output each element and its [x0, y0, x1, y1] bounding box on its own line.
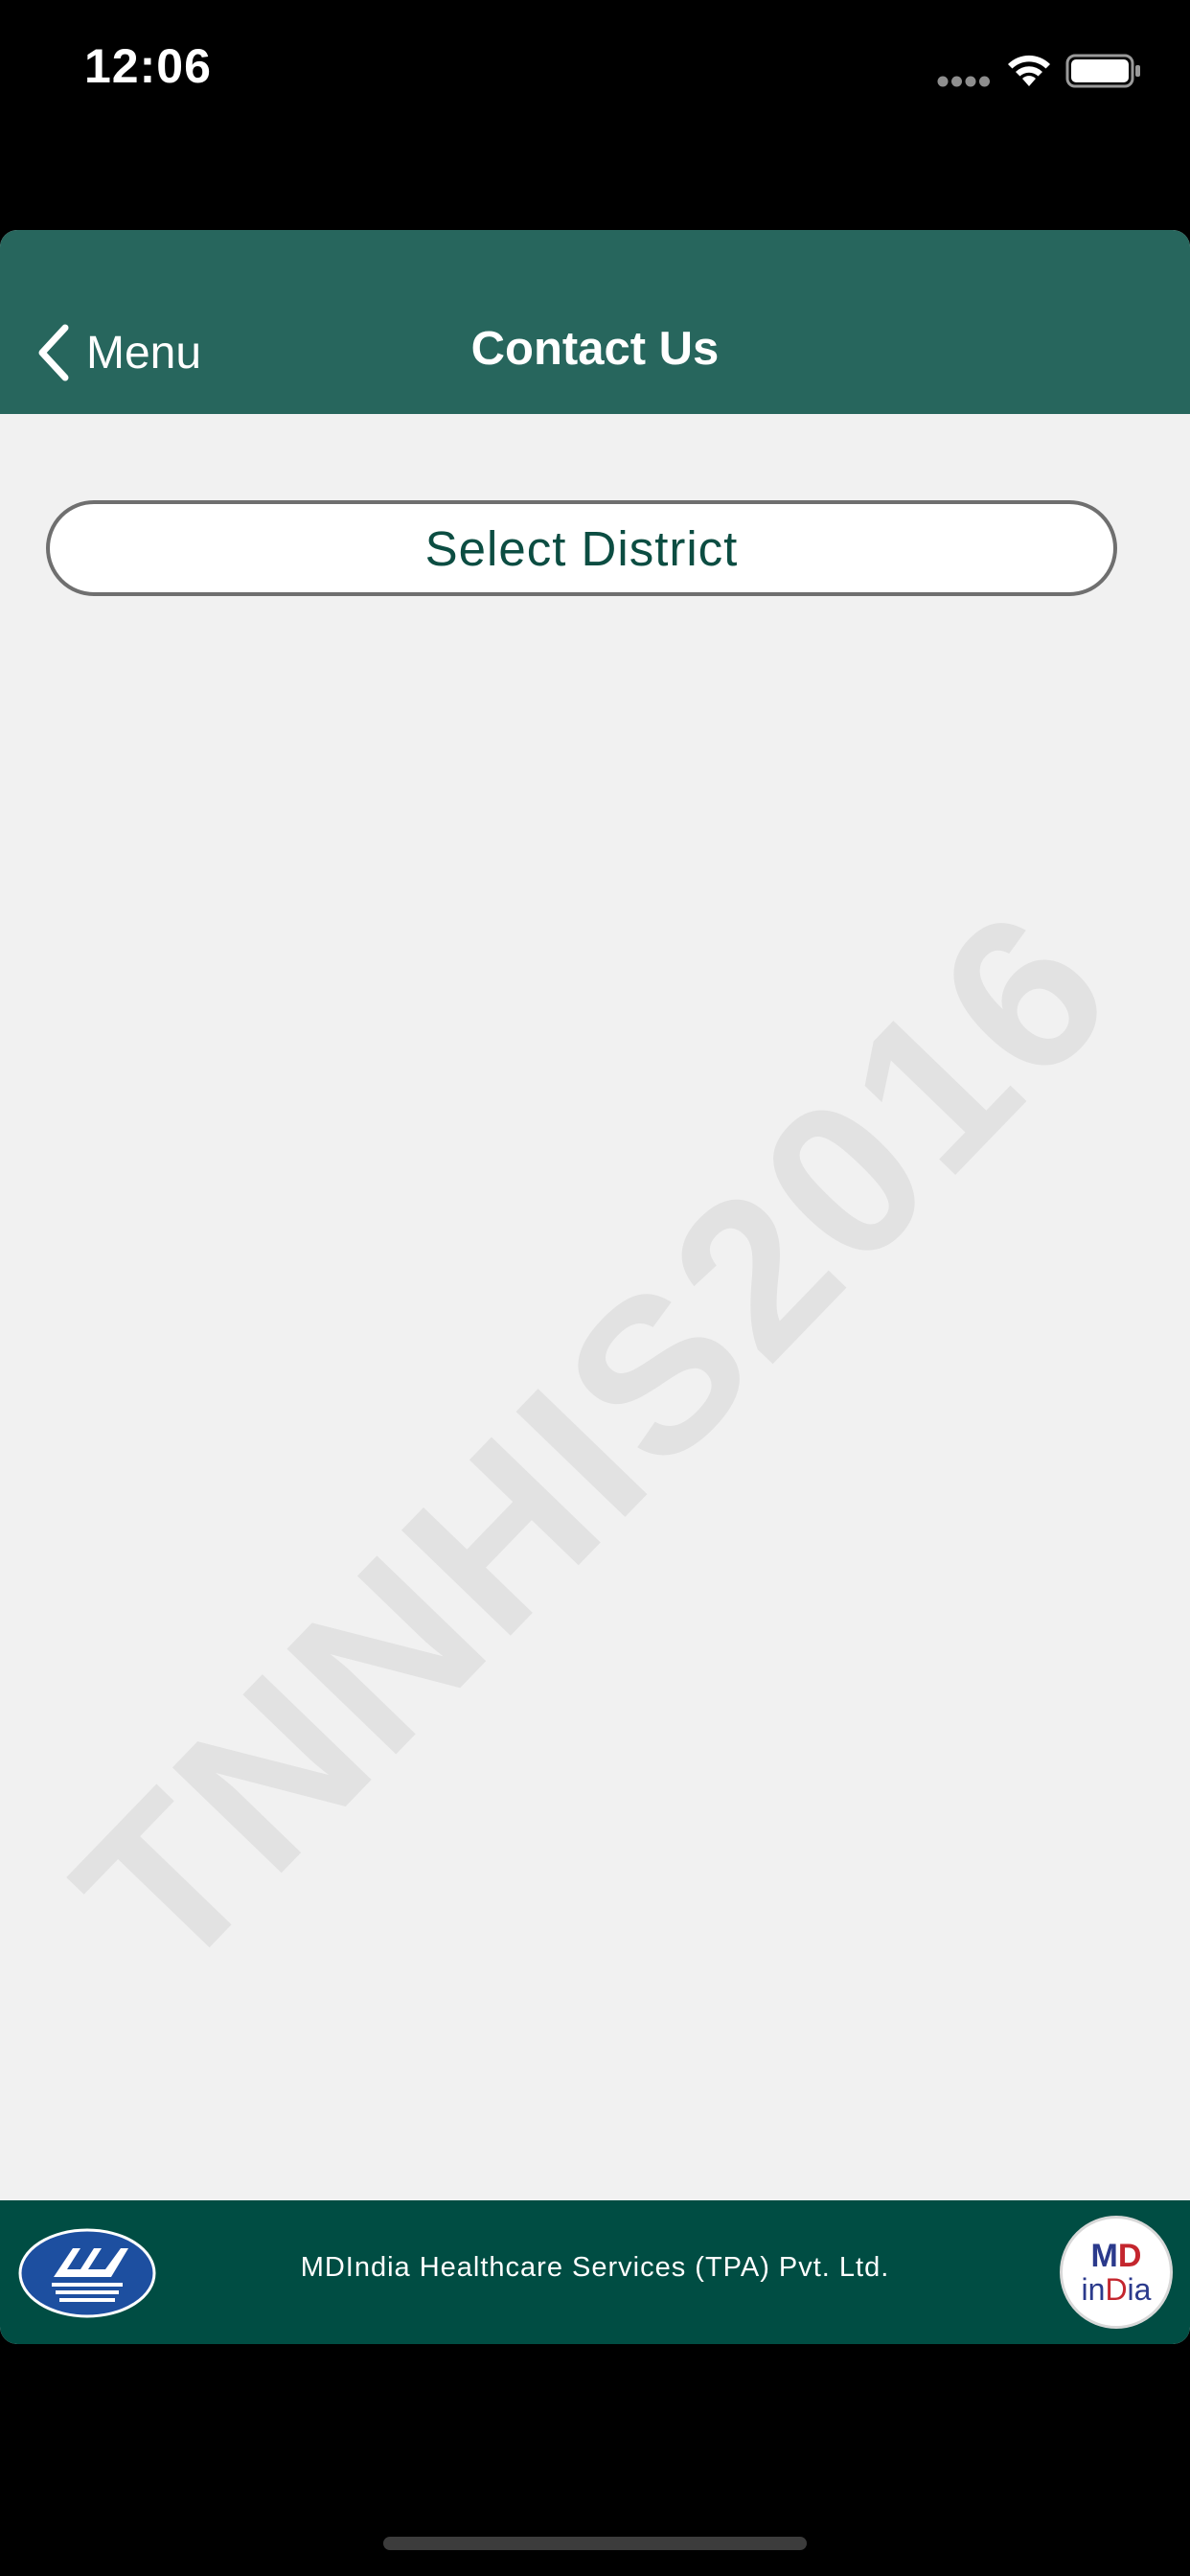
page-title: Contact Us — [470, 323, 720, 375]
mdindia-logo-d: D — [1117, 2238, 1142, 2274]
wifi-icon — [1008, 55, 1050, 86]
select-district-button[interactable]: Select District — [46, 500, 1117, 596]
footer-company-name: MDIndia Healthcare Services (TPA) Pvt. L… — [300, 2252, 890, 2283]
mdindia-logo-top: MD — [1063, 2240, 1170, 2272]
signal-dots-icon — [937, 76, 990, 87]
status-bar: 12:06 — [0, 0, 1190, 144]
app-screen: Menu Contact Us TNNHIS2016 Select Distri… — [0, 230, 1190, 2344]
status-time: 12:06 — [84, 39, 212, 93]
content-area: TNNHIS2016 Select District — [0, 414, 1190, 2204]
battery-icon — [1065, 54, 1140, 88]
mdindia-logo-in: in — [1081, 2272, 1106, 2307]
mdindia-logo-bottom: inDia — [1063, 2274, 1170, 2305]
nav-header: Menu Contact Us — [0, 230, 1190, 414]
mdindia-logo: MD inDia — [1060, 2216, 1173, 2329]
watermark: TNNHIS2016 — [30, 862, 1158, 2017]
mdindia-logo-m: M — [1090, 2238, 1118, 2274]
mdindia-logo-ia: ia — [1127, 2272, 1152, 2307]
footer: MDIndia Healthcare Services (TPA) Pvt. L… — [0, 2200, 1190, 2344]
home-indicator[interactable] — [383, 2537, 807, 2550]
mdindia-logo-d2: D — [1105, 2272, 1128, 2307]
